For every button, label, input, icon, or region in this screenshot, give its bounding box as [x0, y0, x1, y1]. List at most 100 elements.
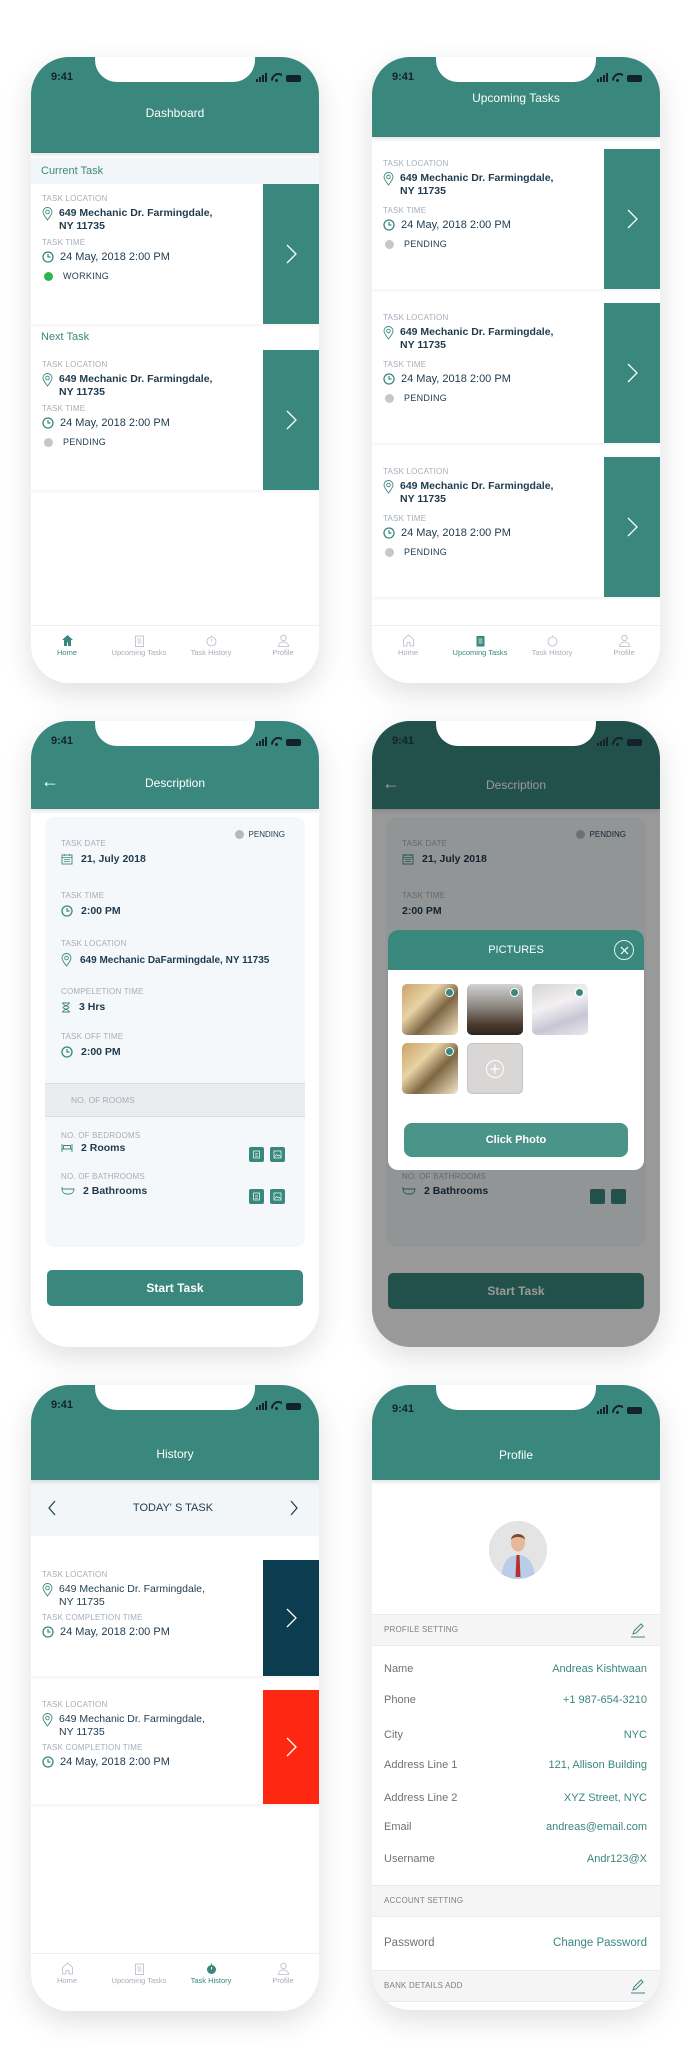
signal-icon [597, 73, 608, 82]
next-task-card[interactable]: TASK LOCATION 649 Mechanic Dr. Farmingda… [31, 350, 319, 490]
task-location-label: TASK LOCATION [383, 313, 449, 322]
wifi-icon [271, 1401, 282, 1410]
open-task-button[interactable] [604, 303, 660, 443]
document-button[interactable] [249, 1147, 264, 1162]
task-location-label: TASK LOCATION [42, 194, 108, 203]
open-task-button[interactable] [263, 350, 319, 490]
nav-profile[interactable]: Profile [588, 634, 660, 683]
start-task-button[interactable]: Start Task [47, 1270, 303, 1306]
status-dot [385, 239, 394, 249]
open-task-button[interactable] [263, 1560, 319, 1676]
profile-field-email: Email andreas@email.com [384, 1821, 647, 1833]
profile-field-address-1: Address Line 1 121, Allison Building [384, 1759, 647, 1771]
address-line1: 649 Mechanic Dr. Farmingdale, [59, 373, 213, 385]
photo-thumbnail[interactable] [532, 984, 588, 1035]
image-button[interactable] [270, 1189, 285, 1204]
notch [95, 1385, 255, 1410]
add-photo-button[interactable] [467, 1043, 523, 1094]
status-time: 9:41 [392, 1403, 415, 1415]
nav-upcoming-tasks[interactable]: Upcoming Tasks [444, 634, 516, 683]
avatar[interactable] [489, 1521, 547, 1579]
remove-photo-icon[interactable] [510, 988, 519, 997]
document-icon [253, 1192, 260, 1201]
nav-home[interactable]: Home [372, 634, 444, 683]
day-selector: TODAY' S TASK [31, 1480, 319, 1536]
wifi-icon [271, 73, 282, 82]
close-button[interactable] [614, 940, 634, 960]
completion-time-field: COMPELETION TIME 3 Hrs [61, 987, 144, 1013]
open-task-button[interactable] [604, 457, 660, 597]
home-icon [402, 634, 414, 647]
chevron-left-icon[interactable] [47, 1499, 57, 1517]
task-time-label: TASK TIME [42, 238, 86, 247]
notch [95, 57, 255, 82]
user-icon [277, 1962, 289, 1975]
nav-label: Upcoming Tasks [111, 1976, 167, 1985]
remove-photo-icon[interactable] [575, 988, 584, 997]
photo-thumbnail[interactable] [402, 984, 458, 1035]
nav-label: Task History [190, 648, 232, 657]
image-button[interactable] [270, 1147, 285, 1162]
history-task-card[interactable]: TASK LOCATION 649 Mechanic Dr. Farmingda… [31, 1690, 319, 1804]
signal-icon [256, 1401, 267, 1410]
task-location-label: TASK LOCATION [383, 467, 449, 476]
rooms-section-header: NO. OF ROOMS [45, 1083, 305, 1117]
signal-icon [597, 737, 608, 746]
nav-profile[interactable]: Profile [247, 634, 319, 683]
clock-icon [42, 1756, 54, 1768]
account-setting-section: ACCOUNT SETTING [372, 1885, 660, 1917]
calendar-icon [61, 854, 73, 865]
battery-icon [627, 75, 642, 82]
remove-photo-icon[interactable] [445, 1047, 454, 1056]
address-line2: NY 11735 [59, 220, 105, 232]
nav-label: Task History [531, 648, 573, 657]
photo-thumbnail[interactable] [402, 1043, 458, 1094]
nav-task-history[interactable]: Task History [516, 634, 588, 683]
chevron-right-icon [286, 410, 297, 430]
edit-bank-button[interactable] [630, 1977, 646, 2007]
document-button[interactable] [249, 1189, 264, 1204]
nav-profile[interactable]: Profile [247, 1962, 319, 2011]
clock-icon [61, 905, 73, 917]
open-task-button[interactable] [263, 184, 319, 324]
task-card[interactable]: TASK LOCATION 649 Mechanic Dr. Farmingda… [372, 149, 660, 289]
clipboard-icon [476, 636, 484, 647]
nav-upcoming-tasks[interactable]: Upcoming Tasks [103, 1962, 175, 2011]
task-time: 24 May, 2018 2:00 PM [60, 417, 170, 429]
nav-task-history[interactable]: Task History [175, 1962, 247, 2011]
address-line1: 649 Mechanic Dr. Farmingdale, [59, 207, 213, 219]
nav-label: Home [397, 648, 418, 657]
change-password-link[interactable]: Change Password [553, 1937, 647, 1949]
document-icon [253, 1150, 260, 1159]
nav-label: Task History [190, 1976, 232, 1985]
wifi-icon [612, 737, 623, 746]
edit-profile-button[interactable] [630, 1621, 646, 1651]
battery-icon [286, 1403, 301, 1410]
click-photo-button[interactable]: Click Photo [404, 1123, 628, 1157]
open-task-button[interactable] [604, 149, 660, 289]
task-location-label: TASK LOCATION [42, 360, 108, 369]
open-task-button[interactable] [263, 1690, 319, 1804]
task-time: 24 May, 2018 2:00 PM [60, 251, 170, 263]
current-task-card[interactable]: TASK LOCATION 649 Mechanic Dr. Farmingda… [31, 184, 319, 324]
location-pin-icon [42, 207, 53, 221]
bed-icon [61, 1144, 73, 1152]
chevron-right-icon[interactable] [289, 1499, 299, 1517]
hourglass-icon [62, 1002, 70, 1012]
task-card[interactable]: TASK LOCATION 649 Mechanic Dr. Farmingda… [372, 457, 660, 597]
nav-home[interactable]: Home [31, 634, 103, 683]
task-time: 24 May, 2018 2:00 PM [401, 527, 511, 539]
nav-task-history[interactable]: Task History [175, 634, 247, 683]
profile-field-address-2: Address Line 2 XYZ Street, NYC [384, 1792, 647, 1804]
remove-photo-icon[interactable] [445, 988, 454, 997]
dashboard-screen: 9:41 Dashboard Current Task TASK LOCATIO… [31, 57, 319, 683]
nav-upcoming-tasks[interactable]: Upcoming Tasks [103, 634, 175, 683]
photo-thumbnail[interactable] [467, 984, 523, 1035]
task-status: PENDING [404, 547, 448, 557]
task-card[interactable]: TASK LOCATION 649 Mechanic Dr. Farmingda… [372, 303, 660, 443]
status-time: 9:41 [392, 735, 415, 747]
nav-home[interactable]: Home [31, 1962, 103, 2011]
history-task-card[interactable]: TASK LOCATION 649 Mechanic Dr. Farmingda… [31, 1560, 319, 1676]
chevron-right-icon [286, 244, 297, 264]
signal-icon [256, 737, 267, 746]
